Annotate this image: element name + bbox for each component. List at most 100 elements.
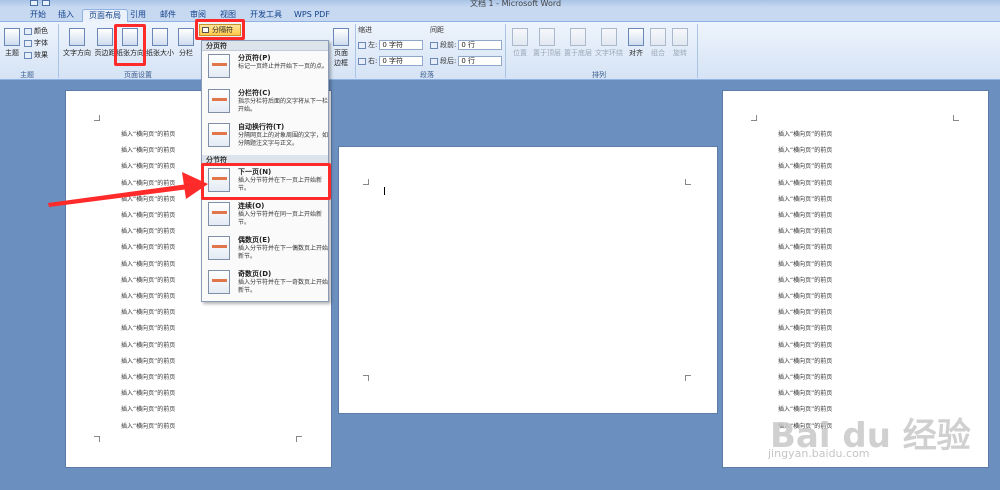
indent-right-row: 右: 0 字符 [358, 56, 424, 66]
menu-item-column-break[interactable]: 分栏符(C) 指示分栏符后面的文字将从下一栏开始。 [204, 87, 328, 121]
highlight-next-page [201, 163, 331, 200]
margin-mark [685, 375, 691, 381]
theme-effects-button[interactable]: 效果 [24, 50, 48, 60]
indent-label: 缩进 [358, 26, 372, 34]
text-direction-button[interactable]: 文字方向 [62, 28, 92, 58]
theme-fonts-button[interactable]: 字体 [24, 38, 48, 48]
document-text-line: 插入“横向页”的前页 [778, 357, 833, 365]
spacing-after-row: 段后: 0 行 [430, 56, 503, 66]
margin-mark [953, 115, 959, 121]
document-text-line: 插入“横向页”的前页 [778, 260, 833, 268]
text-wrapping-break-icon [208, 123, 230, 147]
size-button[interactable]: 纸张大小 [146, 28, 174, 58]
document-text-line: 插入“横向页”的前页 [121, 260, 176, 268]
document-text-line: 插入“横向页”的前页 [778, 131, 833, 138]
document-text-line: 插入“横向页”的前页 [121, 293, 176, 300]
document-page-landscape[interactable] [338, 146, 718, 414]
bring-to-front-button[interactable]: 置于顶层 [532, 28, 562, 58]
group-separator [58, 24, 59, 78]
indent-right-input[interactable]: 0 字符 [379, 56, 424, 66]
document-text-line: 插入“横向页”的前页 [778, 341, 833, 349]
text-cursor [384, 187, 385, 195]
text-wrap-button[interactable]: 文字环绕 [594, 28, 624, 58]
document-text-line: 插入“横向页”的前页 [778, 212, 833, 219]
menu-item-text-wrapping-break[interactable]: 自动换行符(T) 分隔网页上的对象周围的文字，如分隔题注文字与正文。 [204, 121, 328, 155]
highlight-orientation [114, 24, 146, 66]
tab-insert[interactable]: 插入 [52, 9, 80, 22]
indent-right-icon [358, 57, 366, 65]
ribbon-tabs: 开始 插入 页面布局 引用 邮件 审阅 视图 开发工具 WPS PDF [0, 7, 1000, 22]
spacing-after-icon [430, 57, 438, 65]
spacing-before-input[interactable]: 0 行 [458, 40, 503, 50]
document-text-line: 插入“横向页”的前页 [778, 276, 833, 284]
document-text-line: 插入“横向页”的前页 [121, 276, 176, 284]
menu-item-continuous[interactable]: 连续(O) 插入分节符并在同一页上开始新节。 [204, 200, 328, 232]
document-text-line: 插入“横向页”的前页 [121, 163, 176, 171]
document-text-line: 插入“横向页”的前页 [778, 325, 833, 333]
document-text-line: 插入“横向页”的前页 [778, 179, 833, 187]
columns-button[interactable]: 分栏 [176, 28, 196, 58]
document-text-line: 插入“横向页”的前页 [121, 179, 176, 187]
indent-left-input[interactable]: 0 字符 [379, 40, 424, 50]
document-text-line: 插入“横向页”的前页 [778, 390, 833, 398]
theme-button[interactable]: 主题 [2, 28, 22, 58]
fonts-icon [24, 39, 32, 47]
align-button[interactable]: 对齐 [626, 28, 646, 58]
document-text-line: 插入“横向页”的前页 [778, 195, 833, 203]
page-borders-button[interactable]: 页面 边框 [330, 28, 352, 68]
tab-developer[interactable]: 开发工具 [244, 9, 288, 22]
bring-front-icon [539, 28, 555, 46]
column-break-icon [208, 89, 230, 113]
tab-mailings[interactable]: 邮件 [154, 9, 182, 22]
tab-wps-pdf[interactable]: WPS PDF [288, 9, 336, 22]
undo-icon[interactable] [42, 0, 50, 6]
highlight-breaks [195, 19, 245, 40]
document-text-line: 插入“横向页”的前页 [778, 244, 833, 252]
effects-icon [24, 51, 32, 59]
margin-mark [94, 115, 100, 121]
group-button[interactable]: 组合 [648, 28, 668, 58]
position-button[interactable]: 位置 [510, 28, 530, 58]
colors-icon [24, 27, 32, 35]
tab-home[interactable]: 开始 [24, 9, 52, 22]
group-separator [697, 24, 698, 78]
group-label-paragraph: 段落 [420, 71, 434, 79]
spacing-before-icon [430, 41, 438, 49]
tab-references[interactable]: 引用 [124, 9, 152, 22]
menu-item-even-page[interactable]: 偶数页(E) 插入分节符并在下一偶数页上开始新节。 [204, 234, 328, 266]
menu-item-odd-page[interactable]: 奇数页(D) 插入分节符并在下一奇数页上开始新节。 [204, 268, 328, 300]
send-to-back-button[interactable]: 置于底层 [563, 28, 593, 58]
document-text-line: 插入“横向页”的前页 [121, 374, 176, 381]
theme-colors-button[interactable]: 颜色 [24, 26, 48, 36]
margin-mark [94, 436, 100, 442]
size-icon [152, 28, 168, 46]
spacing-after-input[interactable]: 0 行 [458, 56, 503, 66]
document-text-line: 插入“横向页”的前页 [121, 228, 176, 236]
menu-item-page-break[interactable]: 分页符(P) 标记一页终止并开始下一页的点。 [204, 52, 328, 86]
tab-page-layout[interactable]: 页面布局 [82, 9, 128, 22]
document-text-line: 插入“横向页”的前页 [778, 374, 833, 381]
spacing-before-row: 段前: 0 行 [430, 40, 503, 50]
document-text-line: 插入“横向页”的前页 [778, 293, 833, 300]
rotate-icon [672, 28, 688, 46]
send-back-icon [570, 28, 586, 46]
margins-icon [97, 28, 113, 46]
document-text-line: 插入“横向页”的前页 [778, 228, 833, 236]
theme-icon [4, 28, 20, 46]
document-text-line: 插入“横向页”的前页 [778, 309, 833, 317]
group-separator [355, 24, 356, 78]
margin-mark [363, 179, 369, 185]
save-icon[interactable] [30, 0, 38, 6]
document-text-line: 插入“横向页”的前页 [778, 163, 833, 171]
group-label-page-setup: 页面设置 [124, 71, 152, 79]
rotate-button[interactable]: 旋转 [670, 28, 690, 58]
text-direction-icon [69, 28, 85, 46]
margin-mark [751, 115, 757, 121]
position-icon [512, 28, 528, 46]
group-separator [505, 24, 506, 78]
group-label-arrange: 排列 [592, 71, 606, 79]
page-borders-icon [333, 28, 349, 46]
margin-mark [363, 375, 369, 381]
ribbon: 主题 颜色 字体 效果 主题 文字方向 页边距 纸张方向 纸张大小 分栏 页面设… [0, 22, 1000, 80]
text-wrap-icon [601, 28, 617, 46]
